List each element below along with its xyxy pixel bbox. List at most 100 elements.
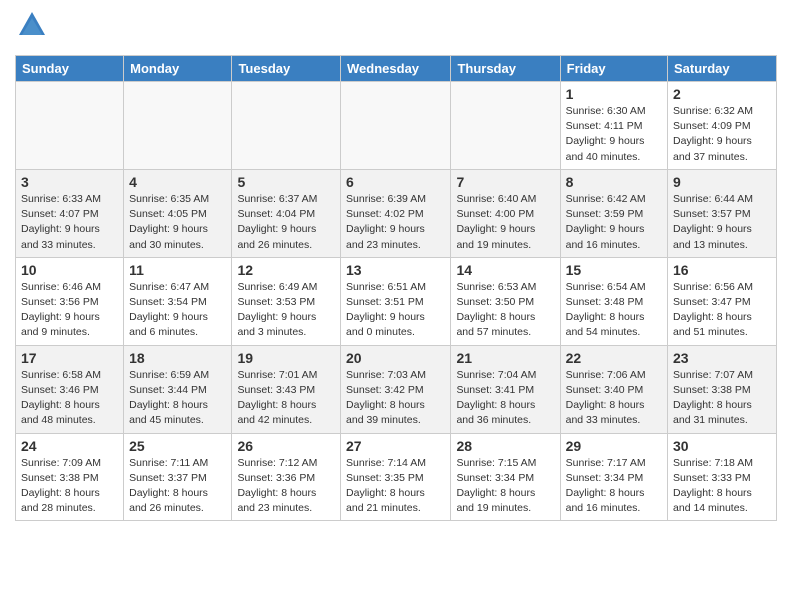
day-number: 28 — [456, 438, 554, 454]
calendar-cell: 29Sunrise: 7:17 AMSunset: 3:34 PMDayligh… — [560, 433, 667, 521]
day-info: Sunrise: 6:58 AMSunset: 3:46 PMDaylight:… — [21, 368, 118, 429]
day-number: 22 — [566, 350, 662, 366]
day-number: 10 — [21, 262, 118, 278]
weekday-header: Wednesday — [341, 56, 451, 82]
calendar-cell: 7 Sunrise: 6:40 AMSunset: 4:00 PMDaylight… — [451, 169, 560, 257]
calendar-cell: 28 Sunrise: 7:15 AMSunset: 3:34 PMDayligh… — [451, 433, 560, 521]
calendar-cell: 18 Sunrise: 6:59 AMSunset: 3:44 PMDayligh… — [124, 345, 232, 433]
calendar-cell: 27 Sunrise: 7:14 AMSunset: 3:35 PMDayligh… — [341, 433, 451, 521]
day-number: 3 — [21, 174, 118, 190]
calendar-cell: 6Sunrise: 6:39 AMSunset: 4:02 PMDaylight… — [341, 169, 451, 257]
calendar-cell: 8 Sunrise: 6:42 AMSunset: 3:59 PMDaylight… — [560, 169, 667, 257]
calendar-cell: 20 Sunrise: 7:03 AMSunset: 3:42 PMDayligh… — [341, 345, 451, 433]
calendar-cell: 30 Sunrise: 7:18 AMSunset: 3:33 PMDayligh… — [668, 433, 777, 521]
day-number: 9 — [673, 174, 771, 190]
calendar-cell — [124, 82, 232, 170]
day-info: Sunrise: 6:30 AMSunset: 4:11 PMDaylight:… — [566, 104, 662, 165]
weekday-header: Friday — [560, 56, 667, 82]
calendar-cell: 21 Sunrise: 7:04 AMSunset: 3:41 PMDayligh… — [451, 345, 560, 433]
day-number: 18 — [129, 350, 226, 366]
calendar-cell: 24 Sunrise: 7:09 AMSunset: 3:38 PMDayligh… — [16, 433, 124, 521]
weekday-header: Monday — [124, 56, 232, 82]
day-number: 12 — [237, 262, 335, 278]
weekday-header-row: SundayMondayTuesdayWednesdayThursdayFrid… — [16, 56, 777, 82]
calendar-cell: 22 Sunrise: 7:06 AMSunset: 3:40 PMDayligh… — [560, 345, 667, 433]
calendar-cell — [232, 82, 341, 170]
day-number: 5 — [237, 174, 335, 190]
calendar-cell: 14 Sunrise: 6:53 AMSunset: 3:50 PMDayligh… — [451, 257, 560, 345]
day-info: Sunrise: 6:42 AMSunset: 3:59 PMDaylight:… — [566, 192, 662, 253]
calendar-cell — [341, 82, 451, 170]
calendar-cell: 12Sunrise: 6:49 AMSunset: 3:53 PMDayligh… — [232, 257, 341, 345]
day-number: 20 — [346, 350, 445, 366]
day-info: Sunrise: 7:18 AMSunset: 3:33 PMDaylight:… — [673, 456, 771, 517]
calendar-cell: 11 Sunrise: 6:47 AMSunset: 3:54 PMDayligh… — [124, 257, 232, 345]
day-info: Sunrise: 6:35 AMSunset: 4:05 PMDaylight:… — [129, 192, 226, 253]
day-info: Sunrise: 7:06 AMSunset: 3:40 PMDaylight:… — [566, 368, 662, 429]
calendar-cell: 17Sunrise: 6:58 AMSunset: 3:46 PMDayligh… — [16, 345, 124, 433]
calendar-cell: 13 Sunrise: 6:51 AMSunset: 3:51 PMDayligh… — [341, 257, 451, 345]
day-info: Sunrise: 6:56 AMSunset: 3:47 PMDaylight:… — [673, 280, 771, 341]
day-info: Sunrise: 7:01 AMSunset: 3:43 PMDaylight:… — [237, 368, 335, 429]
day-info: Sunrise: 6:40 AMSunset: 4:00 PMDaylight:… — [456, 192, 554, 253]
day-info: Sunrise: 6:32 AMSunset: 4:09 PMDaylight:… — [673, 104, 771, 165]
day-number: 19 — [237, 350, 335, 366]
day-info: Sunrise: 6:53 AMSunset: 3:50 PMDaylight:… — [456, 280, 554, 341]
day-number: 30 — [673, 438, 771, 454]
day-number: 23 — [673, 350, 771, 366]
calendar-cell: 25 Sunrise: 7:11 AMSunset: 3:37 PMDayligh… — [124, 433, 232, 521]
calendar-cell: 4 Sunrise: 6:35 AMSunset: 4:05 PMDaylight… — [124, 169, 232, 257]
day-number: 8 — [566, 174, 662, 190]
calendar-cell: 9 Sunrise: 6:44 AMSunset: 3:57 PMDaylight… — [668, 169, 777, 257]
weekday-header: Thursday — [451, 56, 560, 82]
day-info: Sunrise: 7:14 AMSunset: 3:35 PMDaylight:… — [346, 456, 445, 517]
calendar-cell — [451, 82, 560, 170]
calendar-cell: 5 Sunrise: 6:37 AMSunset: 4:04 PMDaylight… — [232, 169, 341, 257]
calendar: SundayMondayTuesdayWednesdayThursdayFrid… — [15, 55, 777, 521]
weekday-header: Saturday — [668, 56, 777, 82]
day-number: 29 — [566, 438, 662, 454]
day-info: Sunrise: 6:46 AMSunset: 3:56 PMDaylight:… — [21, 280, 118, 341]
day-info: Sunrise: 7:09 AMSunset: 3:38 PMDaylight:… — [21, 456, 118, 517]
calendar-cell: 15Sunrise: 6:54 AMSunset: 3:48 PMDayligh… — [560, 257, 667, 345]
day-number: 24 — [21, 438, 118, 454]
day-number: 14 — [456, 262, 554, 278]
logo — [15, 10, 47, 45]
day-info: Sunrise: 7:07 AMSunset: 3:38 PMDaylight:… — [673, 368, 771, 429]
calendar-cell: 2Sunrise: 6:32 AMSunset: 4:09 PMDaylight… — [668, 82, 777, 170]
day-number: 11 — [129, 262, 226, 278]
calendar-cell: 3Sunrise: 6:33 AMSunset: 4:07 PMDaylight… — [16, 169, 124, 257]
day-info: Sunrise: 6:59 AMSunset: 3:44 PMDaylight:… — [129, 368, 226, 429]
calendar-week-row: 24 Sunrise: 7:09 AMSunset: 3:38 PMDayligh… — [16, 433, 777, 521]
day-info: Sunrise: 6:39 AMSunset: 4:02 PMDaylight:… — [346, 192, 445, 253]
day-info: Sunrise: 6:44 AMSunset: 3:57 PMDaylight:… — [673, 192, 771, 253]
day-number: 4 — [129, 174, 226, 190]
day-number: 25 — [129, 438, 226, 454]
calendar-cell: 19 Sunrise: 7:01 AMSunset: 3:43 PMDayligh… — [232, 345, 341, 433]
day-info: Sunrise: 7:12 AMSunset: 3:36 PMDaylight:… — [237, 456, 335, 517]
calendar-cell: 23 Sunrise: 7:07 AMSunset: 3:38 PMDayligh… — [668, 345, 777, 433]
calendar-cell: 16 Sunrise: 6:56 AMSunset: 3:47 PMDayligh… — [668, 257, 777, 345]
weekday-header: Tuesday — [232, 56, 341, 82]
day-info: Sunrise: 7:04 AMSunset: 3:41 PMDaylight:… — [456, 368, 554, 429]
weekday-header: Sunday — [16, 56, 124, 82]
day-number: 16 — [673, 262, 771, 278]
day-number: 1 — [566, 86, 662, 102]
day-info: Sunrise: 7:15 AMSunset: 3:34 PMDaylight:… — [456, 456, 554, 517]
day-number: 26 — [237, 438, 335, 454]
day-info: Sunrise: 7:03 AMSunset: 3:42 PMDaylight:… — [346, 368, 445, 429]
calendar-week-row: 1 Sunrise: 6:30 AMSunset: 4:11 PMDaylight… — [16, 82, 777, 170]
day-number: 15 — [566, 262, 662, 278]
day-info: Sunrise: 6:47 AMSunset: 3:54 PMDaylight:… — [129, 280, 226, 341]
day-number: 13 — [346, 262, 445, 278]
calendar-cell: 26 Sunrise: 7:12 AMSunset: 3:36 PMDayligh… — [232, 433, 341, 521]
day-number: 7 — [456, 174, 554, 190]
page: SundayMondayTuesdayWednesdayThursdayFrid… — [0, 0, 792, 531]
calendar-week-row: 3Sunrise: 6:33 AMSunset: 4:07 PMDaylight… — [16, 169, 777, 257]
day-info: Sunrise: 6:37 AMSunset: 4:04 PMDaylight:… — [237, 192, 335, 253]
day-number: 27 — [346, 438, 445, 454]
calendar-cell: 10 Sunrise: 6:46 AMSunset: 3:56 PMDayligh… — [16, 257, 124, 345]
day-info: Sunrise: 7:11 AMSunset: 3:37 PMDaylight:… — [129, 456, 226, 517]
day-info: Sunrise: 6:51 AMSunset: 3:51 PMDaylight:… — [346, 280, 445, 341]
day-number: 21 — [456, 350, 554, 366]
